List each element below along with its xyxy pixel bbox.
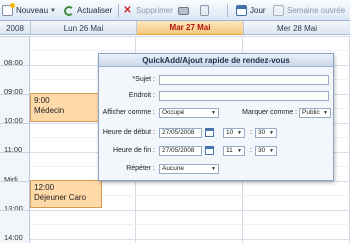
- appointment-title: Médecin: [34, 106, 65, 115]
- time-separator: :: [250, 129, 252, 136]
- refresh-icon: [64, 5, 74, 16]
- start-minute-value: 30: [258, 129, 266, 136]
- time-label: Midi: [4, 175, 18, 184]
- location-input[interactable]: [159, 91, 329, 101]
- refresh-button-label: Actualiser: [77, 6, 113, 15]
- appointment-doctor[interactable]: 9:00 Médecin: [30, 93, 102, 122]
- show-as-value: Occupé: [162, 109, 185, 116]
- chevron-down-icon: ▼: [269, 148, 274, 154]
- subject-label: *Sujet :: [132, 76, 155, 83]
- appointment-title: Déjeuner Caro: [34, 193, 87, 202]
- print-button[interactable]: [178, 4, 192, 17]
- time-label: 14:00: [4, 233, 23, 242]
- gutter-line: [0, 36, 30, 37]
- quick-add-dialog: QuickAdd/Ajout rapide de rendez-vous *Su…: [98, 53, 334, 181]
- mark-as-value: Public: [302, 109, 320, 116]
- start-minute-select[interactable]: 30 ▼: [255, 128, 277, 138]
- time-gutter: 08:00 09:00 10:00 11:00 Midi 13:00 14:00: [0, 36, 30, 243]
- calendar-week-icon: [273, 5, 284, 16]
- new-button-label: Nouveau: [16, 6, 49, 15]
- chevron-down-icon: ▼: [323, 110, 328, 116]
- start-date-input[interactable]: 27/05/2008: [159, 128, 202, 138]
- repeat-select[interactable]: Aucune ▼: [159, 164, 219, 174]
- day-header: 2008 Lun 26 Mai Mar 27 Mai Mer 28 Mai: [0, 21, 350, 35]
- mark-as-label: Marquer comme :: [242, 109, 297, 116]
- document-icon: [200, 5, 209, 16]
- show-as-select[interactable]: Occupé ▼: [159, 108, 219, 118]
- dialog-title: QuickAdd/Ajout rapide de rendez-vous: [99, 54, 333, 67]
- delete-button-label: Supprimer: [136, 6, 173, 15]
- hour-line: [30, 210, 350, 211]
- calendar-icon[interactable]: [205, 128, 214, 137]
- chevron-down-icon: ▼: [237, 130, 242, 136]
- subject-input[interactable]: [159, 75, 329, 85]
- time-separator: :: [250, 147, 252, 154]
- location-label: Endroit :: [128, 92, 155, 99]
- toolbar: Nouveau ▼ Actualiser ✕ Supprimer Jour Se…: [0, 0, 350, 21]
- repeat-label: Répéter :: [126, 165, 155, 172]
- repeat-value: Aucune: [162, 165, 185, 172]
- new-appointment-icon: [2, 3, 15, 16]
- appointment-time: 12:00: [34, 183, 55, 192]
- chevron-down-icon: ▼: [237, 148, 242, 154]
- gutter-line: [0, 210, 30, 211]
- work-week-view-label: Semaine ouvrée: [287, 6, 346, 15]
- toolbar-separator: [227, 4, 228, 17]
- year-label: 2008: [6, 23, 24, 33]
- start-hour-select[interactable]: 10 ▼: [223, 128, 245, 138]
- appointment-lunch[interactable]: 12:00 Déjeuner Caro: [30, 180, 102, 208]
- end-date-input[interactable]: 27/05/2008: [159, 146, 202, 156]
- end-time-label: Heure de fin :: [112, 147, 155, 154]
- gutter-line: [0, 181, 30, 182]
- chevron-down-icon: ▼: [269, 130, 274, 136]
- start-time-label: Heure de début :: [102, 129, 155, 136]
- appointment-time: 9:00: [34, 96, 50, 105]
- delete-button[interactable]: ✕ Supprimer: [122, 4, 173, 17]
- chevron-down-icon: ▼: [50, 7, 56, 14]
- document-button[interactable]: [200, 4, 212, 17]
- chevron-down-icon: ▼: [211, 166, 216, 172]
- work-week-view-button[interactable]: Semaine ouvrée: [273, 4, 345, 17]
- delete-icon: ✕: [123, 5, 132, 16]
- day-view-button[interactable]: Jour: [236, 4, 266, 17]
- half-hour-line: [30, 50, 350, 51]
- day-header-monday[interactable]: Lun 26 Mai: [30, 21, 136, 35]
- new-button[interactable]: Nouveau ▼: [2, 3, 56, 17]
- gutter-line: [0, 65, 30, 66]
- calendar-icon[interactable]: [205, 146, 214, 155]
- end-hour-select[interactable]: 11 ▼: [223, 146, 245, 156]
- end-minute-value: 30: [258, 147, 266, 154]
- start-hour-value: 10: [226, 129, 234, 136]
- hour-line: [30, 36, 350, 37]
- day-view-label: Jour: [250, 6, 266, 15]
- hour-line: [30, 239, 350, 240]
- gutter-line: [0, 152, 30, 153]
- end-hour-value: 11: [226, 147, 233, 154]
- half-hour-line: [30, 224, 350, 225]
- gutter-line: [0, 123, 30, 124]
- time-label: 13:00: [4, 204, 23, 213]
- end-minute-select[interactable]: 30 ▼: [255, 146, 277, 156]
- chevron-down-icon: ▼: [211, 110, 216, 116]
- print-icon: [178, 6, 189, 15]
- refresh-button[interactable]: Actualiser: [64, 4, 112, 17]
- gutter-line: [0, 94, 30, 95]
- day-header-wednesday[interactable]: Mer 28 Mai: [243, 21, 350, 35]
- day-header-tuesday[interactable]: Mar 27 Mai: [136, 21, 243, 35]
- show-as-label: Afficher comme :: [102, 109, 155, 116]
- toolbar-separator: [118, 4, 119, 17]
- calendar-day-icon: [236, 5, 247, 16]
- mark-as-select[interactable]: Public ▼: [299, 108, 331, 118]
